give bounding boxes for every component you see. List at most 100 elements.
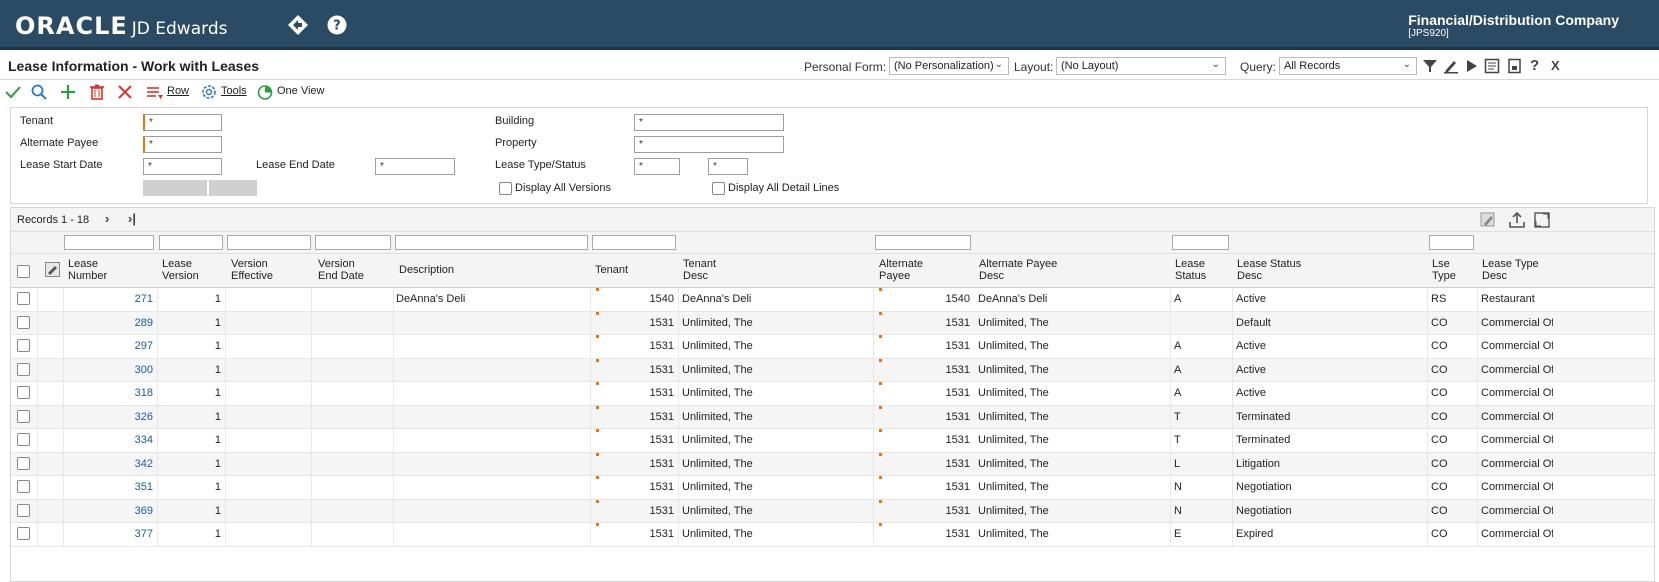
- alternate-payee-field[interactable]: *: [143, 136, 222, 153]
- row-checkbox[interactable]: [17, 386, 30, 399]
- query-select[interactable]: All Records ⌄: [1279, 57, 1417, 75]
- col-lease-number[interactable]: Lease Number: [68, 258, 107, 282]
- col-version-effective[interactable]: Version Effective: [231, 258, 273, 282]
- personal-form-select[interactable]: (No Personalization) ⌄: [889, 57, 1009, 75]
- column-divider: [873, 405, 874, 428]
- trash-icon[interactable]: [88, 83, 106, 101]
- cell-lease-number[interactable]: 326: [67, 411, 153, 423]
- table-row[interactable]: 326 1 1531 Unlimited, The 1531 Unlimited, The…: [11, 405, 1654, 429]
- col-tenant[interactable]: Tenant: [595, 264, 628, 276]
- col-description[interactable]: Description: [399, 264, 454, 276]
- table-row[interactable]: 369 1 1531 Unlimited, The 1531 Unlimited, The…: [11, 499, 1654, 523]
- building-field[interactable]: *: [634, 114, 784, 131]
- qbe-lease-status[interactable]: [1172, 235, 1229, 250]
- lease-type-field[interactable]: *: [634, 158, 680, 175]
- table-row[interactable]: 300 1 1531 Unlimited, The 1531 Unlimited, The…: [11, 358, 1654, 382]
- cell-lease-number[interactable]: 351: [67, 481, 153, 493]
- table-row[interactable]: 271 1 DeAnna's Deli 1540 DeAnna's Deli 1540 De…: [11, 288, 1654, 312]
- edit-icon[interactable]: [1443, 58, 1461, 74]
- lease-end-date-field[interactable]: *: [375, 158, 455, 175]
- table-row[interactable]: 297 1 1531 Unlimited, The 1531 Unlimited, The…: [11, 335, 1654, 359]
- cell-lease-number[interactable]: 271: [67, 293, 153, 305]
- row-personalize-icon[interactable]: [45, 262, 60, 277]
- help-question-icon[interactable]: ?: [1530, 57, 1548, 74]
- cell-lease-number[interactable]: 342: [67, 458, 153, 470]
- cell-lease-number[interactable]: 318: [67, 387, 153, 399]
- lease-status-field[interactable]: *: [708, 158, 748, 175]
- lease-start-date-field[interactable]: *: [143, 158, 222, 175]
- grid-export-icon[interactable]: [1508, 211, 1526, 229]
- row-checkbox[interactable]: [17, 409, 30, 423]
- table-row[interactable]: 342 1 1531 Unlimited, The 1531 Unlimited, The…: [11, 452, 1654, 476]
- cell-lease-number[interactable]: 289: [67, 317, 153, 329]
- check-icon[interactable]: [4, 83, 22, 101]
- column-divider: [37, 429, 38, 452]
- close-icon[interactable]: X: [1551, 58, 1569, 74]
- row-checkbox[interactable]: [17, 503, 30, 517]
- display-all-versions-checkbox[interactable]: [499, 182, 512, 195]
- row-checkbox[interactable]: [17, 315, 30, 329]
- row-checkbox[interactable]: [17, 362, 30, 376]
- table-row[interactable]: 334 1 1531 Unlimited, The 1531 Unlimited, The…: [11, 429, 1654, 453]
- layout-select[interactable]: (No Layout) ⌄: [1056, 57, 1226, 75]
- tenant-field[interactable]: *: [143, 114, 222, 131]
- col-alternate-payee-desc[interactable]: Alternate Payee Desc: [979, 258, 1057, 282]
- row-checkbox[interactable]: [17, 339, 30, 352]
- row-checkbox[interactable]: [17, 527, 30, 540]
- search-icon[interactable]: [30, 83, 48, 101]
- required-marker: [879, 429, 882, 432]
- oneview-icon[interactable]: [256, 83, 274, 101]
- tools-menu-button[interactable]: Tools: [221, 85, 247, 97]
- cell-lease-number[interactable]: 377: [67, 528, 153, 540]
- select-all-checkbox[interactable]: [17, 265, 30, 278]
- grid-personalize-icon[interactable]: [1479, 211, 1497, 229]
- row-checkbox[interactable]: [17, 456, 30, 470]
- alternate-payee-label: Alternate Payee: [20, 137, 99, 149]
- qbe-version-end-date[interactable]: [315, 235, 391, 250]
- svg-text:?: ?: [333, 19, 341, 34]
- cell-lease-number[interactable]: 334: [67, 434, 153, 446]
- oneview-menu-button[interactable]: One View: [277, 85, 325, 97]
- col-alternate-payee[interactable]: Alternate Payee: [879, 258, 923, 282]
- back-diamond-icon[interactable]: [287, 14, 309, 36]
- qbe-lease-version[interactable]: [159, 235, 223, 250]
- play-icon[interactable]: [1464, 58, 1482, 74]
- col-lease-type-desc[interactable]: Lease Type Desc: [1482, 258, 1539, 282]
- col-version-end-date[interactable]: Version End Date: [318, 258, 364, 282]
- table-row[interactable]: 318 1 1531 Unlimited, The 1531 Unlimited, The…: [11, 382, 1654, 406]
- qbe-lse-type[interactable]: [1429, 235, 1474, 250]
- table-row[interactable]: 351 1 1531 Unlimited, The 1531 Unlimited, The…: [11, 476, 1654, 500]
- table-row[interactable]: 289 1 1531 Unlimited, The 1531 Unlimited, The…: [11, 311, 1654, 335]
- row-checkbox[interactable]: [17, 292, 30, 305]
- qbe-description[interactable]: [395, 235, 588, 250]
- table-row[interactable]: 377 1 1531 Unlimited, The 1531 Unlimited, The…: [11, 523, 1654, 547]
- notes-icon[interactable]: [1484, 58, 1502, 74]
- cell-lease-number[interactable]: 369: [67, 505, 153, 517]
- row-checkbox[interactable]: [17, 480, 30, 493]
- qbe-version-effective[interactable]: [227, 235, 311, 250]
- col-tenant-desc[interactable]: Tenant Desc: [683, 258, 716, 282]
- row-menu-button[interactable]: Row: [167, 85, 189, 97]
- tools-gear-icon[interactable]: [200, 83, 218, 101]
- qbe-lease-number[interactable]: [64, 235, 154, 250]
- cell-lease-number[interactable]: 297: [67, 340, 153, 352]
- add-icon[interactable]: [59, 83, 77, 101]
- col-lease-status[interactable]: Lease Status: [1175, 258, 1206, 282]
- row-checkbox[interactable]: [17, 433, 30, 446]
- next-page-icon[interactable]: ›: [105, 211, 109, 226]
- cancel-icon[interactable]: [116, 83, 134, 101]
- filter-icon[interactable]: [1422, 58, 1440, 74]
- col-lease-version[interactable]: Lease Version: [162, 258, 199, 282]
- qbe-alternate-payee[interactable]: [875, 235, 971, 250]
- col-lse-type[interactable]: Lse Type: [1432, 258, 1456, 282]
- qbe-tenant[interactable]: [592, 235, 676, 250]
- display-all-detail-lines-checkbox[interactable]: [712, 182, 725, 195]
- export-icon[interactable]: [1507, 58, 1525, 74]
- property-field[interactable]: *: [634, 136, 784, 153]
- cell-lease-number[interactable]: 300: [67, 364, 153, 376]
- row-menu-icon[interactable]: [146, 83, 164, 101]
- help-icon[interactable]: ?: [326, 14, 348, 36]
- last-page-icon[interactable]: ›|: [128, 211, 136, 226]
- grid-maximize-icon[interactable]: [1533, 211, 1551, 229]
- col-lease-status-desc[interactable]: Lease Status Desc: [1237, 258, 1301, 282]
